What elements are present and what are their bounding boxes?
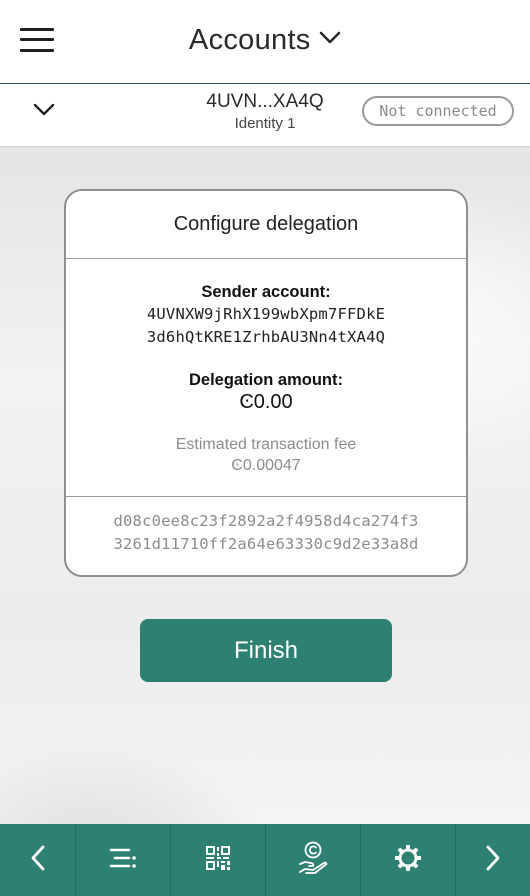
chevron-left-icon [28, 844, 48, 877]
page-title-dropdown[interactable]: Accounts [0, 24, 530, 57]
gear-icon [394, 844, 422, 877]
delegation-amount-label: Delegation amount: [188, 371, 343, 389]
delegation-summary-card: Configure delegation Sender account: 4UV… [64, 189, 468, 577]
sender-account-line-1: 4UVNXW9jRhX199wbXpm7FFDkE [146, 305, 386, 323]
chevron-right-icon [483, 844, 503, 877]
estimated-fee-label: Estimated transaction fee [175, 436, 357, 453]
nav-transactions-button[interactable] [76, 824, 171, 896]
sender-account-line-2: 3d6hQtKRE1ZrhbAU3Nn4tXA4Q [146, 328, 386, 346]
delegation-amount-value: Ͼ0.00 [239, 391, 293, 413]
card-divider [66, 258, 466, 259]
transaction-hash-line-2: 3261d11710ff2a64e63330c9d2e33a8d [113, 535, 419, 553]
finish-button[interactable]: Finish [140, 619, 392, 682]
account-selector-bar: 4UVN...XA4Q Identity 1 Not connected [0, 84, 530, 147]
nav-forward-button[interactable] [456, 824, 530, 896]
transaction-hash-line-1: d08c0ee8c23f2892a2f4958d4ca274f3 [113, 512, 419, 530]
connection-status-badge: Not connected [362, 96, 514, 126]
nav-back-button[interactable] [0, 824, 76, 896]
ccd-hand-icon [298, 841, 328, 880]
app-header: Accounts [0, 0, 530, 84]
nav-earn-button[interactable] [266, 824, 361, 896]
nav-receive-button[interactable] [171, 824, 266, 896]
qr-code-icon [205, 845, 231, 876]
page-title: Accounts [188, 24, 311, 56]
sender-account-label: Sender account: [201, 283, 331, 301]
bottom-navigation-bar [0, 824, 530, 896]
card-divider [66, 496, 466, 497]
card-title: Configure delegation [173, 213, 359, 235]
chevron-down-icon [319, 31, 341, 50]
transaction-list-icon [109, 847, 137, 874]
nav-settings-button[interactable] [361, 824, 456, 896]
estimated-fee-value: Ͼ0.00047 [231, 457, 301, 474]
